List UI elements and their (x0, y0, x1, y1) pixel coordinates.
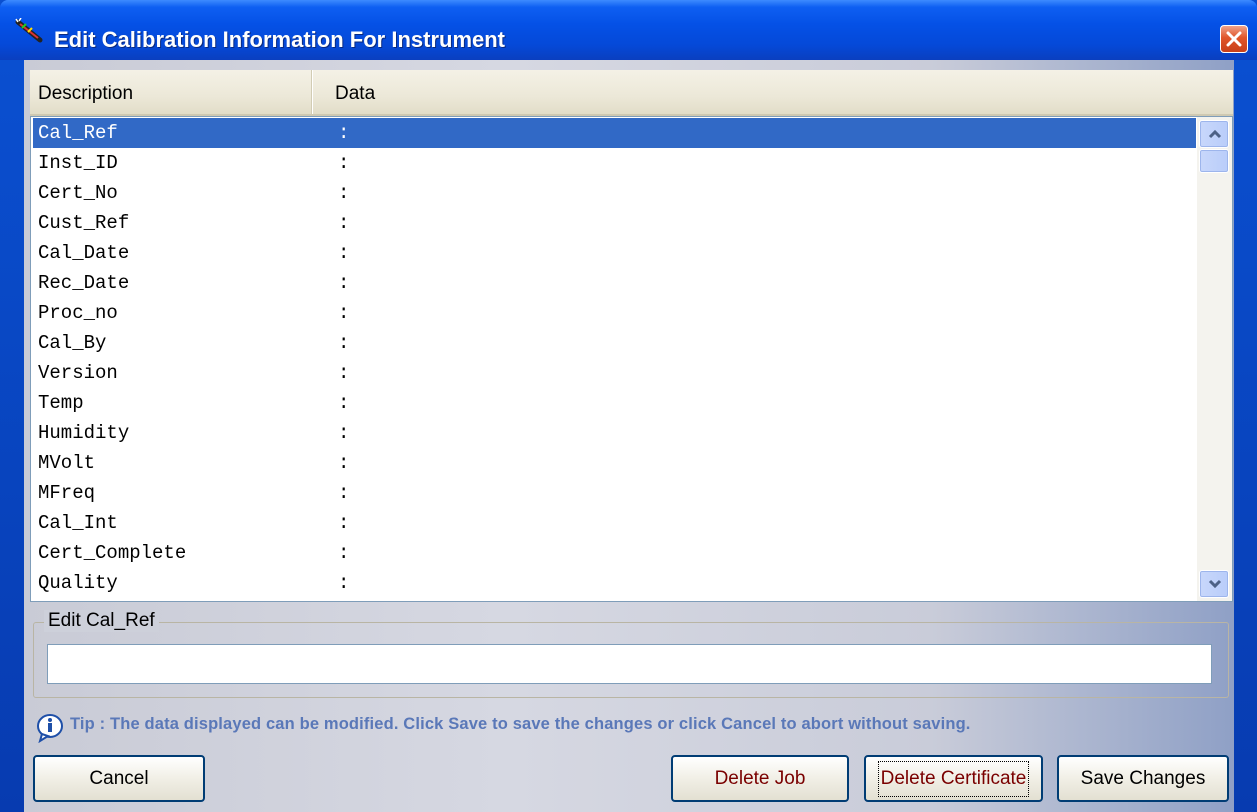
item-data: : (338, 272, 350, 294)
list-item[interactable]: Cal_Date: (33, 238, 1196, 268)
delete-certificate-label: Delete Certificate (877, 760, 1030, 797)
list-item[interactable]: Cal_Int: (33, 508, 1196, 538)
item-data: : (338, 152, 350, 174)
item-description: Version (38, 362, 118, 384)
scroll-up-button[interactable] (1199, 120, 1229, 148)
item-data: : (338, 302, 350, 324)
item-description: Inst_ID (38, 152, 118, 174)
item-data: : (338, 452, 350, 474)
tip-text: Tip : The data displayed can be modified… (70, 715, 971, 733)
item-description: Proc_no (38, 302, 118, 324)
scrollbar-thumb[interactable] (1199, 149, 1229, 173)
delete-certificate-button[interactable]: Delete Certificate (864, 755, 1043, 802)
cancel-button[interactable]: Cancel (33, 755, 205, 802)
list-item[interactable]: MVolt: (33, 448, 1196, 478)
list-item[interactable]: Temp: (33, 388, 1196, 418)
item-description: Cert_No (38, 182, 118, 204)
column-header-data[interactable]: Data (312, 70, 612, 114)
item-description: MFreq (38, 482, 96, 504)
edit-group-label: Edit Cal_Ref (44, 610, 159, 632)
item-data: : (338, 242, 350, 264)
item-data: : (338, 392, 350, 414)
calibration-tool-icon (14, 17, 44, 46)
title-bar[interactable]: Edit Calibration Information For Instrum… (0, 0, 1257, 60)
item-data: : (338, 332, 350, 354)
item-description: Temp (38, 392, 84, 414)
item-data: : (338, 572, 350, 594)
list-item[interactable]: Quality: (33, 568, 1196, 598)
item-description: MVolt (38, 452, 96, 474)
item-data: : (338, 122, 350, 144)
item-description: Humidity (38, 422, 130, 444)
item-data: : (338, 542, 350, 564)
item-description: Cal_Date (38, 242, 130, 264)
edit-value-input[interactable] (47, 644, 1212, 684)
list-item[interactable]: Proc_no: (33, 298, 1196, 328)
item-data: : (338, 482, 350, 504)
info-icon (36, 713, 66, 744)
item-data: : (338, 422, 350, 444)
item-data: : (338, 512, 350, 534)
list-header: Description Data (30, 70, 1233, 116)
item-data: : (338, 362, 350, 384)
item-data: : (338, 212, 350, 234)
list-item[interactable]: Rec_Date: (33, 268, 1196, 298)
list-item[interactable]: Cert_Complete: (33, 538, 1196, 568)
close-button[interactable] (1220, 25, 1248, 53)
save-changes-button[interactable]: Save Changes (1057, 755, 1229, 802)
window-right-border (1234, 60, 1257, 812)
window-title: Edit Calibration Information For Instrum… (54, 27, 505, 52)
list-item[interactable]: Humidity: (33, 418, 1196, 448)
list-item[interactable]: Cert_No: (33, 178, 1196, 208)
delete-job-button[interactable]: Delete Job (671, 755, 849, 802)
list-item[interactable]: Cal_Ref: (33, 118, 1196, 148)
calibration-list[interactable]: Cal_Ref: Inst_ID: Cert_No: Cust_Ref: Cal… (30, 116, 1233, 602)
list-item[interactable]: Cust_Ref: (33, 208, 1196, 238)
list-item[interactable]: Inst_ID: (33, 148, 1196, 178)
item-description: Cal_Ref (38, 122, 118, 144)
list-item[interactable]: MFreq: (33, 478, 1196, 508)
scroll-down-button[interactable] (1199, 570, 1229, 598)
item-description: Cert_Complete (38, 542, 187, 564)
item-description: Quality (38, 572, 118, 594)
window-left-border (0, 60, 24, 812)
list-item[interactable]: Version: (33, 358, 1196, 388)
item-description: Cal_Int (38, 512, 118, 534)
column-header-description[interactable]: Description (30, 70, 312, 114)
list-item[interactable]: Cal_By: (33, 328, 1196, 358)
item-data: : (338, 182, 350, 204)
item-description: Cal_By (38, 332, 107, 354)
item-description: Cust_Ref (38, 212, 130, 234)
item-description: Rec_Date (38, 272, 130, 294)
vertical-scrollbar[interactable] (1197, 117, 1232, 601)
